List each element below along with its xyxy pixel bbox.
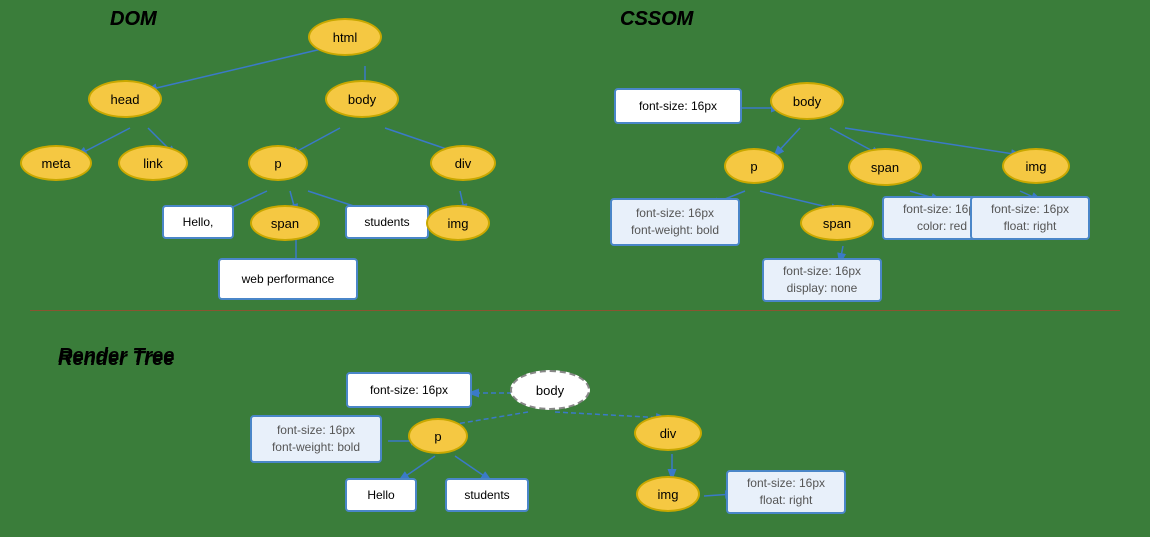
cssom-body-node: body [770,82,844,120]
cssom-span-sub-node: span [800,205,874,241]
dom-link-node: link [118,145,188,181]
render-fontsize-box: font-size: 16px [346,372,472,408]
dom-p-node: p [248,145,308,181]
dom-webperf-box: web performance [218,258,358,300]
render-p-style-box: font-size: 16pxfont-weight: bold [250,415,382,463]
render-div-node: div [634,415,702,451]
render-img-node: img [636,476,700,512]
dom-span-node: span [250,205,320,241]
dom-img-node: img [426,205,490,241]
dom-meta-node: meta [20,145,92,181]
cssom-section-label: CSSOM [620,8,693,31]
render-img-style-box: font-size: 16pxfloat: right [726,470,846,514]
render-hello-box: Hello [345,478,417,512]
cssom-p-node: p [724,148,784,184]
dom-body-node: body [325,80,399,118]
dom-hello-box: Hello, [162,205,234,239]
section-divider [30,310,1120,311]
cssom-img-node: img [1002,148,1070,184]
render-body-node: body [510,370,590,410]
cssom-span-node: span [848,148,922,186]
arrows-svg [0,0,1150,537]
render-students-box: students [445,478,529,512]
render-p-node: p [408,418,468,454]
dom-students-box: students [345,205,429,239]
render-section-label: Render Tree [58,345,174,368]
dom-div-node: div [430,145,496,181]
diagram-container: DOM CSSOM Render Tree html head body met… [0,0,1150,537]
dom-section-label: DOM [110,8,157,31]
cssom-img-style-box: font-size: 16pxfloat: right [970,196,1090,240]
cssom-p-style-box: font-size: 16pxfont-weight: bold [610,198,740,246]
dom-html-node: html [308,18,382,56]
cssom-span-sub-style-box: font-size: 16pxdisplay: none [762,258,882,302]
dom-head-node: head [88,80,162,118]
cssom-fontsize-top-box: font-size: 16px [614,88,742,124]
